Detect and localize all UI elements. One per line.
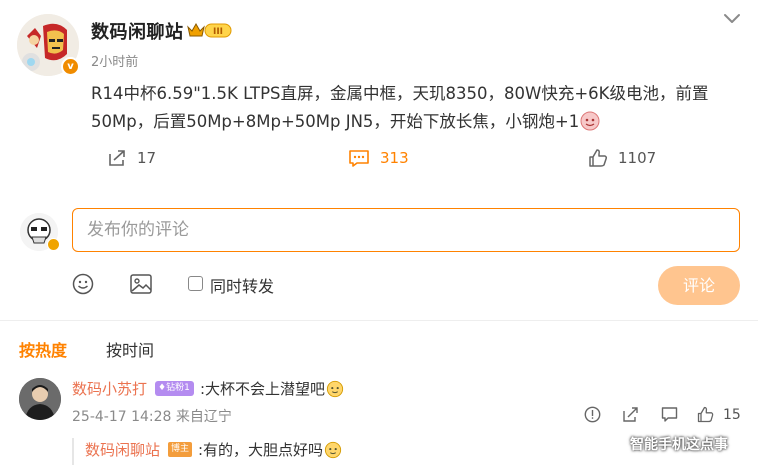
like-count: 1107: [618, 149, 657, 167]
verified-badge-icon: [47, 238, 60, 251]
author-name[interactable]: 数码闲聊站: [91, 18, 184, 44]
repost-button[interactable]: 17: [107, 147, 156, 169]
comment-icon: [349, 150, 369, 167]
repost-count: 17: [137, 149, 157, 167]
level-badge-text: III: [213, 27, 223, 37]
sort-by-hot-tab[interactable]: 按热度: [19, 337, 67, 361]
comment-text-body: :大杯不会上潜望吧: [200, 380, 326, 398]
author-tag-badge: 博主: [168, 442, 193, 457]
emoji-face-icon: [324, 441, 342, 459]
repost-checkbox[interactable]: [188, 276, 203, 291]
repost-icon: [109, 150, 125, 166]
verified-badge-icon: v: [61, 57, 80, 76]
emoji-face-icon: [580, 111, 600, 131]
reply-text: :有的，大胆点好吗: [198, 439, 342, 460]
post-content: R14中杯6.59"1.5K LTPS直屏，金属中框，天玑8350，80W快充+…: [91, 80, 741, 136]
thumbs-up-icon: [589, 149, 608, 167]
reply-text-body: :有的，大胆点好吗: [198, 441, 324, 459]
report-icon[interactable]: [584, 406, 601, 423]
watermark: 智能手机这点事: [630, 437, 728, 453]
chevron-down-icon[interactable]: [723, 11, 741, 25]
comment-text: :大杯不会上潜望吧: [200, 378, 344, 399]
commenter-name[interactable]: 数码小苏打: [72, 378, 147, 399]
repost-label[interactable]: 同时转发: [210, 273, 274, 297]
crown-level-icon: III: [187, 22, 232, 38]
comment-input[interactable]: [72, 208, 740, 252]
share-icon[interactable]: [622, 406, 639, 423]
submit-comment-button[interactable]: 评论: [658, 266, 740, 305]
comment-meta: 25-4-17 14:28 来自辽宁: [72, 409, 232, 425]
comment-like-count: 15: [723, 407, 741, 423]
emoji-picker-icon[interactable]: [72, 273, 94, 295]
reply-author-name[interactable]: 数码闲聊站: [85, 439, 160, 460]
reply-icon[interactable]: [661, 406, 678, 423]
post-content-text: R14中杯6.59"1.5K LTPS直屏，金属中框，天玑8350，80W快充+…: [91, 84, 709, 131]
diamond-icon: ♦: [158, 383, 167, 393]
reply-indent-bar: [72, 438, 74, 465]
image-upload-icon[interactable]: [129, 273, 153, 295]
emoji-face-icon: [326, 380, 344, 398]
like-button[interactable]: 1107: [588, 147, 656, 169]
comment-button[interactable]: 313: [348, 147, 409, 169]
divider: [0, 320, 758, 321]
thumbs-up-icon[interactable]: [697, 406, 714, 423]
fan-level-badge-text: 钻粉1: [166, 383, 190, 393]
sort-by-time-tab[interactable]: 按时间: [106, 337, 154, 361]
commenter-avatar[interactable]: [19, 378, 61, 420]
comment-count: 313: [380, 149, 409, 167]
post-time[interactable]: 2小时前: [91, 51, 138, 70]
fan-level-badge: ♦钻粉1: [155, 381, 194, 396]
